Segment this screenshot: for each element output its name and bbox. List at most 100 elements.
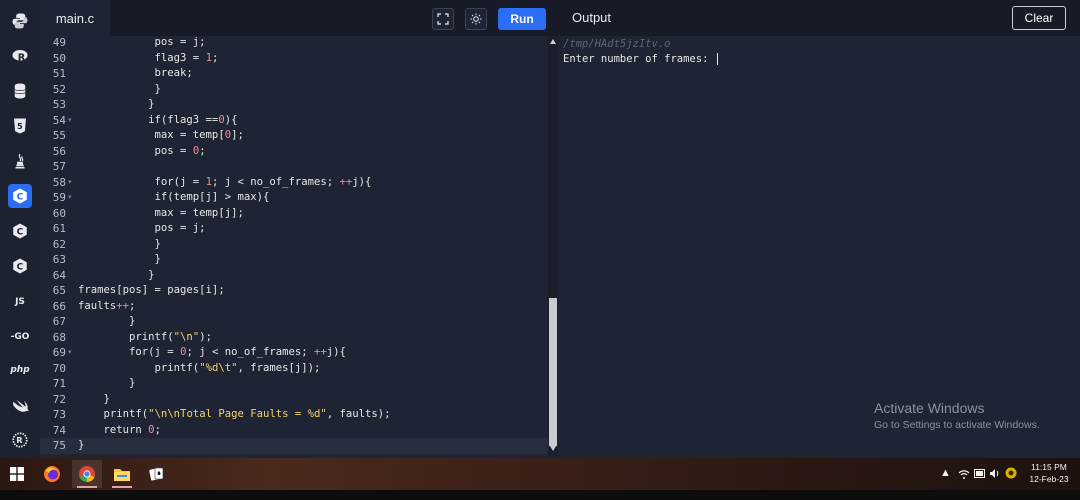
console-prompt-line[interactable]: Enter number of frames: <box>563 53 718 65</box>
code-text: } <box>78 237 161 250</box>
r-language-icon[interactable]: R <box>8 44 32 68</box>
code-line[interactable]: 53 } <box>40 97 548 113</box>
fold-toggle-icon[interactable]: ▾ <box>68 345 72 361</box>
active-indicator <box>77 486 97 488</box>
rust-icon[interactable]: R <box>8 428 32 452</box>
code-text: printf("\n\nTotal Page Faults = %d", fau… <box>78 408 391 420</box>
code-line[interactable]: 56 pos = 0; <box>40 144 548 160</box>
svg-text:R: R <box>16 435 23 445</box>
code-line[interactable]: 73 printf("\n\nTotal Page Faults = %d", … <box>40 407 548 423</box>
code-line[interactable]: 59 ▾ if(temp[j] > max){ <box>40 190 548 206</box>
cpp-icon[interactable]: C <box>8 219 32 243</box>
battery-icon[interactable] <box>974 469 986 478</box>
editor-toolbar: main.c Run <box>40 0 558 36</box>
clock-time: 11:15 PM <box>1031 462 1067 472</box>
line-number: 50 <box>52 51 66 65</box>
scroll-up-icon[interactable] <box>550 39 556 44</box>
line-number: 69 <box>52 346 66 359</box>
line-number: 67 <box>52 315 66 328</box>
screen-bottom-edge <box>0 490 1080 500</box>
wifi-icon[interactable] <box>958 468 970 480</box>
code-line[interactable]: 68 printf("\n"); <box>40 330 548 346</box>
csharp-icon[interactable]: C <box>8 254 32 278</box>
show-hidden-icons-icon[interactable]: ▲ <box>940 467 951 479</box>
fullscreen-button[interactable] <box>432 8 454 30</box>
clear-button[interactable]: Clear <box>1012 6 1066 30</box>
editor-scrollbar[interactable] <box>548 36 558 456</box>
code-line[interactable]: 70 printf("%d\t", frames[j]); <box>40 361 548 377</box>
code-line[interactable]: 75} <box>40 438 548 454</box>
chrome-taskbar-button[interactable] <box>72 460 102 488</box>
js-label: JS <box>15 297 25 307</box>
code-line[interactable]: 57 <box>40 159 548 175</box>
code-line[interactable]: 51 break; <box>40 66 548 82</box>
speaker-icon[interactable] <box>989 468 1000 479</box>
code-text: } <box>78 268 155 281</box>
start-button[interactable] <box>2 460 32 488</box>
python-icon[interactable] <box>8 9 32 33</box>
chrome-icon <box>79 466 95 483</box>
code-text: } <box>78 439 85 451</box>
solitaire-taskbar-button[interactable] <box>142 460 172 488</box>
swift-icon[interactable] <box>8 394 32 418</box>
code-line[interactable]: 65 frames[pos] = pages[i]; <box>40 283 548 299</box>
line-number: 61 <box>52 222 66 235</box>
php-icon[interactable]: php <box>8 358 32 382</box>
theme-toggle-button[interactable] <box>465 8 487 30</box>
javascript-icon[interactable]: JS <box>8 290 32 314</box>
code-line[interactable]: 52 } <box>40 82 548 98</box>
line-number: 52 <box>52 82 66 96</box>
code-line[interactable]: 49 pos = j; <box>40 36 548 51</box>
fullscreen-icon <box>437 13 449 25</box>
taskbar-clock[interactable]: 11:15 PM 12-Feb-23 <box>1022 461 1076 485</box>
editor-scroll-thumb[interactable] <box>549 298 557 446</box>
code-line[interactable]: 66 faults++; <box>40 299 548 315</box>
code-text: max = temp[0]; <box>78 129 244 141</box>
code-line[interactable]: 61 pos = j; <box>40 221 548 237</box>
scroll-down-icon[interactable] <box>550 446 556 451</box>
code-line[interactable]: 69 ▾ for(j = 0; j < no_of_frames; ++j){ <box>40 345 548 361</box>
code-line[interactable]: 60 max = temp[j]; <box>40 206 548 222</box>
code-line[interactable]: 74 return 0; <box>40 423 548 439</box>
code-line[interactable]: 55 max = temp[0]; <box>40 128 548 144</box>
code-line[interactable]: 72 } <box>40 392 548 408</box>
code-text: if(flag3 ==0){ <box>78 113 238 126</box>
notification-app-icon[interactable] <box>1005 467 1017 479</box>
line-number: 56 <box>52 144 66 158</box>
output-console[interactable]: /tmp/HAdt5jzItv.o Enter number of frames… <box>558 36 1080 456</box>
code-line[interactable]: 62 } <box>40 237 548 253</box>
line-number: 63 <box>52 253 66 266</box>
code-line[interactable]: 71 } <box>40 376 548 392</box>
fold-toggle-icon[interactable]: ▾ <box>68 175 72 191</box>
line-number: 51 <box>52 67 66 80</box>
line-number: 71 <box>52 377 66 390</box>
fold-toggle-icon[interactable]: ▾ <box>68 113 72 129</box>
code-line[interactable]: 58 ▾ for(j = 1; j < no_of_frames; ++j){ <box>40 175 548 191</box>
c-language-icon[interactable]: C <box>8 184 32 208</box>
database-icon[interactable] <box>8 79 32 103</box>
run-button[interactable]: Run <box>498 8 546 30</box>
activation-watermark: Activate Windows Go to Settings to activ… <box>874 400 1040 431</box>
code-editor[interactable]: 49 pos = j; 50 flag3 = 1; 51 break; 52 } 53 … <box>40 36 548 456</box>
windows-logo-icon <box>10 467 24 481</box>
code-line[interactable]: 50 flag3 = 1; <box>40 51 548 67</box>
code-text: } <box>78 315 136 327</box>
file-explorer-taskbar-button[interactable] <box>107 460 137 488</box>
firefox-taskbar-button[interactable] <box>37 460 67 488</box>
windows-taskbar: ▲ 11:15 PM 12-Feb-23 <box>0 458 1080 490</box>
file-tab-label: main.c <box>55 10 95 26</box>
line-number: 49 <box>52 36 66 49</box>
code-line[interactable]: 63 } <box>40 252 548 268</box>
go-icon[interactable]: -GO <box>8 325 32 349</box>
code-line[interactable]: 54 ▾ if(flag3 ==0){ <box>40 113 548 129</box>
html5-icon[interactable]: 5 <box>8 114 32 138</box>
file-tab[interactable]: main.c <box>40 0 110 36</box>
code-line[interactable]: 67 } <box>40 314 548 330</box>
code-text: for(j = 0; j < no_of_frames; ++j){ <box>78 346 346 358</box>
fold-toggle-icon[interactable]: ▾ <box>68 190 72 206</box>
java-icon[interactable] <box>8 149 32 173</box>
code-text: frames[pos] = pages[i]; <box>78 284 225 296</box>
code-line[interactable]: 64 } <box>40 268 548 284</box>
console-prompt: Enter number of frames: <box>563 53 715 65</box>
code-text: } <box>78 253 161 265</box>
